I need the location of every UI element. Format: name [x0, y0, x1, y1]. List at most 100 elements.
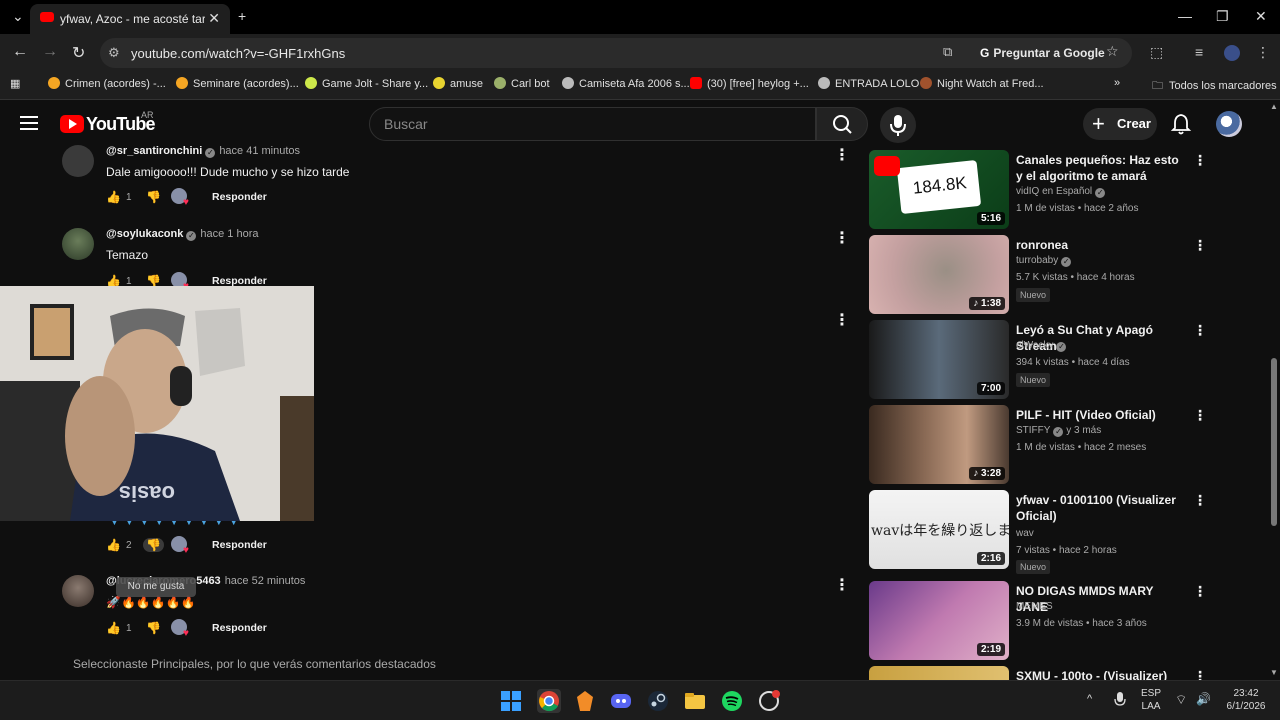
commenter-avatar[interactable]: [62, 228, 94, 260]
recommended-video[interactable]: SXMU - 100to - (Visualizer) ⋮: [869, 666, 1209, 680]
video-more-icon[interactable]: ⋮: [1193, 492, 1207, 509]
windows-start-icon[interactable]: [499, 689, 523, 713]
url-text[interactable]: youtube.com/watch?v=-GHF1rxhGns: [131, 46, 345, 61]
video-more-icon[interactable]: ⋮: [1193, 583, 1207, 600]
video-thumbnail[interactable]: 7:00: [869, 320, 1009, 399]
create-button[interactable]: + Crear: [1083, 108, 1157, 140]
bookmark-item[interactable]: Carl bot: [494, 77, 550, 90]
clock[interactable]: 23:42 6/1/2026: [1218, 687, 1274, 713]
back-icon[interactable]: ←: [12, 43, 28, 61]
bookmark-item[interactable]: (30) [free] heylog +...: [690, 77, 809, 90]
commenter-avatar[interactable]: [62, 145, 94, 177]
fl-studio-icon[interactable]: [573, 689, 597, 713]
video-thumbnail[interactable]: 2:19: [869, 581, 1009, 660]
recommended-video[interactable]: 2:19 NO DIGAS MMDS MARY JANE MEMES 3.9 M…: [869, 581, 1209, 661]
tray-microphone-icon[interactable]: [1113, 691, 1127, 709]
scroll-down-icon[interactable]: ▼: [1270, 668, 1278, 677]
hamburger-menu-icon[interactable]: [20, 116, 38, 130]
reply-button[interactable]: Responder: [212, 539, 267, 551]
video-channel[interactable]: turrobaby ✓: [1016, 255, 1072, 267]
tray-overflow-icon[interactable]: ^: [1087, 693, 1092, 705]
bookmark-item[interactable]: Game Jolt - Share y...: [305, 77, 428, 90]
browser-tab[interactable]: yfwav, Azoc - me acosté tarde ✕: [30, 4, 230, 34]
ask-google-button[interactable]: G Preguntar a Google: [972, 42, 1113, 64]
tab-search-icon[interactable]: ⌄: [12, 8, 24, 25]
comment-more-icon[interactable]: ⋮: [834, 575, 850, 595]
comment-author[interactable]: @soylukaconk ✓ hace 1 hora: [106, 228, 258, 241]
bookmark-item[interactable]: Camiseta Afa 2006 s...: [562, 77, 690, 90]
tab-close-icon[interactable]: ✕: [208, 10, 220, 27]
bookmark-item[interactable]: Night Watch at Fred...: [920, 77, 1044, 90]
video-title[interactable]: SXMU - 100to - (Visualizer): [1016, 668, 1188, 680]
video-title[interactable]: ronronea: [1016, 237, 1188, 253]
video-more-icon[interactable]: ⋮: [1193, 407, 1207, 424]
profile-avatar-icon[interactable]: [1224, 45, 1240, 61]
window-close-icon[interactable]: ✕: [1255, 8, 1267, 25]
notifications-bell-icon[interactable]: [1170, 112, 1192, 136]
wifi-icon[interactable]: ⌔: [1175, 692, 1187, 708]
like-icon[interactable]: 👍: [106, 621, 121, 635]
comment-more-icon[interactable]: ⋮: [834, 310, 850, 330]
comment-more-icon[interactable]: ⋮: [834, 228, 850, 248]
like-icon[interactable]: 👍: [106, 538, 121, 552]
recommended-video[interactable]: ♪ 1:38 ronronea turrobaby ✓ 5.7 K vistas …: [869, 235, 1209, 315]
recommended-video[interactable]: ♪ 3:28 PILF - HIT (Video Oficial) STIFFY…: [869, 405, 1209, 485]
scroll-up-icon[interactable]: ▲: [1270, 102, 1278, 111]
video-channel[interactable]: STIFFY ✓ y 3 más: [1016, 425, 1101, 437]
apps-grid-icon[interactable]: ▦: [10, 77, 20, 90]
recommended-video[interactable]: wavは年を繰り返しません 2:16 yfwav - 01001100 (Vis…: [869, 490, 1209, 574]
video-channel[interactable]: vidIQ en Español ✓: [1016, 186, 1106, 198]
omnibox[interactable]: ⚙ youtube.com/watch?v=-GHF1rxhGns ⧉ G Pre…: [100, 38, 1132, 68]
like-icon[interactable]: 👍: [106, 190, 121, 204]
reply-button[interactable]: Responder: [212, 191, 267, 203]
video-more-icon[interactable]: ⋮: [1193, 237, 1207, 254]
video-thumbnail[interactable]: 184.8K 5:16: [869, 150, 1009, 229]
bookmark-item[interactable]: ENTRADA LOLO: [818, 77, 919, 90]
video-thumbnail[interactable]: ♪ 3:28: [869, 405, 1009, 484]
all-bookmarks[interactable]: 🗀 Todos los marcadores: [1152, 77, 1277, 96]
video-channel[interactable]: MEMES: [1016, 601, 1053, 612]
comment-author[interactable]: @sr_santironchini ✓ hace 41 minutos: [106, 145, 300, 158]
video-channel[interactable]: elWacky ✓: [1016, 340, 1067, 352]
dislike-icon[interactable]: 👎: [146, 190, 161, 204]
search-input[interactable]: Buscar: [369, 107, 816, 141]
browser-menu-icon[interactable]: ⋮: [1256, 44, 1270, 61]
new-tab-icon[interactable]: +: [238, 8, 246, 24]
dislike-icon[interactable]: 👎: [146, 621, 161, 635]
restore-icon[interactable]: ❐: [1216, 8, 1229, 25]
app-icon[interactable]: [757, 689, 781, 713]
chrome-icon[interactable]: [537, 689, 561, 713]
youtube-logo-icon[interactable]: [60, 115, 84, 133]
discord-icon[interactable]: [609, 689, 633, 713]
video-more-icon[interactable]: ⋮: [1193, 668, 1207, 680]
reply-button[interactable]: Responder: [212, 622, 267, 634]
video-title[interactable]: yfwav - 01001100 (Visualizer Oficial): [1016, 492, 1188, 524]
install-app-icon[interactable]: ⧉: [943, 44, 952, 60]
comment-more-icon[interactable]: ⋮: [834, 145, 850, 165]
spotify-icon[interactable]: [720, 689, 744, 713]
extensions-icon[interactable]: ⬚: [1150, 44, 1163, 61]
language-indicator[interactable]: ESP LAA: [1138, 687, 1164, 713]
video-title[interactable]: Canales pequeños: Haz esto y el algoritm…: [1016, 152, 1188, 184]
forward-icon[interactable]: →: [42, 43, 58, 61]
video-more-icon[interactable]: ⋮: [1193, 322, 1207, 339]
minimize-icon[interactable]: —: [1178, 8, 1192, 24]
page-scrollbar[interactable]: ▲ ▼: [1268, 100, 1280, 680]
bookmark-item[interactable]: amuse: [433, 77, 483, 90]
bookmark-item[interactable]: Crimen (acordes) -...: [48, 77, 166, 90]
file-explorer-icon[interactable]: [683, 689, 707, 713]
bookmark-star-icon[interactable]: ☆: [1106, 43, 1119, 60]
video-more-icon[interactable]: ⋮: [1193, 152, 1207, 169]
steam-icon[interactable]: [646, 689, 670, 713]
media-icon[interactable]: ≡: [1195, 44, 1203, 60]
video-channel[interactable]: wav: [1016, 528, 1034, 539]
commenter-avatar[interactable]: [62, 575, 94, 607]
recommended-video[interactable]: 184.8K 5:16 Canales pequeños: Haz esto y…: [869, 150, 1209, 230]
account-avatar[interactable]: [1216, 111, 1242, 137]
search-button[interactable]: [816, 107, 868, 141]
reload-icon[interactable]: ↻: [72, 43, 85, 63]
video-title[interactable]: PILF - HIT (Video Oficial): [1016, 407, 1188, 423]
voice-search-button[interactable]: [880, 107, 916, 143]
site-info-icon[interactable]: ⚙: [108, 45, 120, 61]
dislike-icon[interactable]: 👎: [143, 538, 164, 552]
